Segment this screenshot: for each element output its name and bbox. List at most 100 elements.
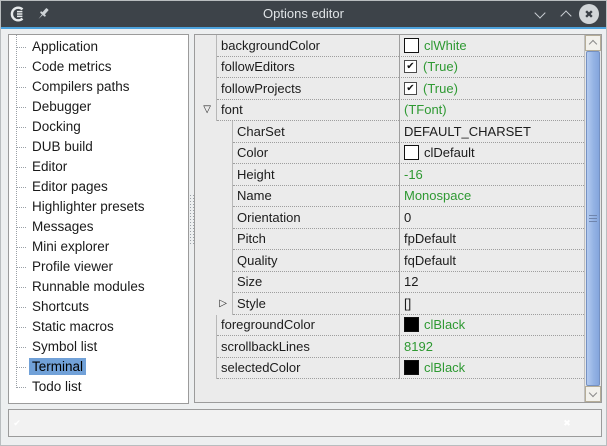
property-value[interactable]: 0 xyxy=(399,207,584,229)
property-value[interactable]: Monospace xyxy=(399,186,584,208)
sidebar-item[interactable]: Compilers paths xyxy=(9,77,188,97)
property-value[interactable]: clWhite xyxy=(399,35,584,57)
scrollbar-thumb[interactable] xyxy=(586,51,600,386)
sidebar-item[interactable]: Code metrics xyxy=(9,57,188,77)
property-value[interactable]: clBlack xyxy=(399,358,584,380)
titlebar-accent-line xyxy=(1,27,606,29)
expand-gutter[interactable] xyxy=(195,207,233,229)
sidebar-item[interactable]: Shortcuts xyxy=(9,297,188,317)
expand-gutter[interactable] xyxy=(195,121,233,143)
color-swatch xyxy=(404,145,419,160)
property-value[interactable]: fpDefault xyxy=(399,229,584,251)
checkbox[interactable]: ✔ xyxy=(404,82,417,95)
value-text: 8192 xyxy=(404,339,433,354)
property-row[interactable]: CharSet DEFAULT_CHARSET xyxy=(195,121,584,143)
property-row[interactable]: Quality fqDefault xyxy=(195,250,584,272)
property-value[interactable]: -16 xyxy=(399,164,584,186)
expand-gutter[interactable] xyxy=(195,336,217,358)
sidebar-item[interactable]: Messages xyxy=(9,217,188,237)
checkbox[interactable]: ✔ xyxy=(404,60,417,73)
property-value[interactable]: fqDefault xyxy=(399,250,584,272)
expand-gutter[interactable] xyxy=(195,229,233,251)
sidebar-item-selected[interactable]: Terminal xyxy=(9,357,188,377)
sidebar-item[interactable]: Static macros xyxy=(9,317,188,337)
property-row[interactable]: Pitch fpDefault xyxy=(195,229,584,251)
property-row[interactable]: scrollbackLines 8192 xyxy=(195,336,584,358)
minimize-button[interactable] xyxy=(529,1,551,27)
expand-triangle-icon: ▷ xyxy=(219,299,227,309)
sidebar-item[interactable]: Editor pages xyxy=(9,177,188,197)
expand-gutter[interactable] xyxy=(195,315,217,337)
chevron-up-icon xyxy=(589,40,597,48)
sidebar-item[interactable]: Debugger xyxy=(9,97,188,117)
expand-gutter[interactable] xyxy=(195,143,233,165)
value-text: clBlack xyxy=(424,360,465,375)
property-row[interactable]: foregroundColor clBlack xyxy=(195,315,584,337)
maximize-button[interactable] xyxy=(555,1,577,27)
sidebar-item-label: Code metrics xyxy=(29,58,115,75)
sidebar-item[interactable]: Profile viewer xyxy=(9,257,188,277)
expand-gutter[interactable] xyxy=(195,250,233,272)
property-value[interactable]: clBlack xyxy=(399,315,584,337)
property-name: selectedColor xyxy=(217,358,399,380)
expand-gutter[interactable] xyxy=(195,164,233,186)
sidebar-item-label: Mini explorer xyxy=(29,238,112,255)
property-value[interactable]: [] xyxy=(399,293,584,315)
property-row[interactable]: Orientation 0 xyxy=(195,207,584,229)
property-name: Pitch xyxy=(233,229,399,251)
property-value[interactable]: clDefault xyxy=(399,143,584,165)
property-row[interactable]: backgroundColor clWhite xyxy=(195,35,584,57)
expand-gutter[interactable]: ▽ xyxy=(195,100,217,122)
sidebar-item-label: Debugger xyxy=(29,98,94,115)
property-value[interactable]: 8192 xyxy=(399,336,584,358)
expand-gutter[interactable] xyxy=(195,78,217,100)
accept-button[interactable]: ✔ xyxy=(9,415,25,431)
property-value[interactable]: DEFAULT_CHARSET xyxy=(399,121,584,143)
cancel-button[interactable]: ✖ xyxy=(559,415,575,431)
property-value[interactable]: ✔ (True) xyxy=(399,57,584,79)
expand-gutter[interactable] xyxy=(195,358,217,380)
sidebar-item[interactable]: Editor xyxy=(9,157,188,177)
expand-gutter[interactable] xyxy=(195,186,233,208)
sidebar-item[interactable]: Runnable modules xyxy=(9,277,188,297)
sidebar-item-label: Editor xyxy=(29,158,70,175)
scroll-down-button[interactable] xyxy=(585,386,601,402)
expand-gutter[interactable]: ▷ xyxy=(195,293,233,315)
expand-gutter[interactable] xyxy=(195,35,217,57)
sidebar-item[interactable]: Mini explorer xyxy=(9,237,188,257)
property-row[interactable]: Name Monospace xyxy=(195,186,584,208)
property-name: Style xyxy=(233,293,399,315)
sidebar-item-label: Application xyxy=(29,38,101,55)
close-icon: ✖ xyxy=(584,8,593,21)
vertical-scrollbar[interactable] xyxy=(584,35,601,402)
property-name: Orientation xyxy=(233,207,399,229)
property-name: followEditors xyxy=(217,57,399,79)
scroll-up-button[interactable] xyxy=(585,35,601,51)
property-row[interactable]: followProjects ✔ (True) xyxy=(195,78,584,100)
property-row[interactable]: Color clDefault xyxy=(195,143,584,165)
sidebar-item[interactable]: Highlighter presets xyxy=(9,197,188,217)
property-value[interactable]: (TFont) xyxy=(399,100,584,122)
sidebar-item-label: Docking xyxy=(29,118,84,135)
property-row[interactable]: ▷ Style [] xyxy=(195,293,584,315)
property-row[interactable]: selectedColor clBlack xyxy=(195,358,584,380)
property-row[interactable]: followEditors ✔ (True) xyxy=(195,57,584,79)
property-name: Name xyxy=(233,186,399,208)
expand-gutter[interactable] xyxy=(195,272,233,294)
sidebar-item[interactable]: Todo list xyxy=(9,377,188,397)
sidebar-item[interactable]: Application xyxy=(9,37,188,57)
sidebar-item[interactable]: Symbol list xyxy=(9,337,188,357)
property-value[interactable]: ✔ (True) xyxy=(399,78,584,100)
property-value[interactable]: 12 xyxy=(399,272,584,294)
close-button[interactable]: ✖ xyxy=(579,4,599,24)
scrollbar-grip-icon xyxy=(589,215,597,222)
property-row[interactable]: Size 12 xyxy=(195,272,584,294)
expand-gutter[interactable] xyxy=(195,57,217,79)
sidebar-tree-items: Application Code metrics Compilers paths… xyxy=(9,37,188,397)
sidebar-item[interactable]: Docking xyxy=(9,117,188,137)
property-row[interactable]: Height -16 xyxy=(195,164,584,186)
value-text: fqDefault xyxy=(404,253,456,268)
sidebar-item-label: Static macros xyxy=(29,318,117,335)
sidebar-item[interactable]: DUB build xyxy=(9,137,188,157)
property-row[interactable]: ▽ font (TFont) xyxy=(195,100,584,122)
